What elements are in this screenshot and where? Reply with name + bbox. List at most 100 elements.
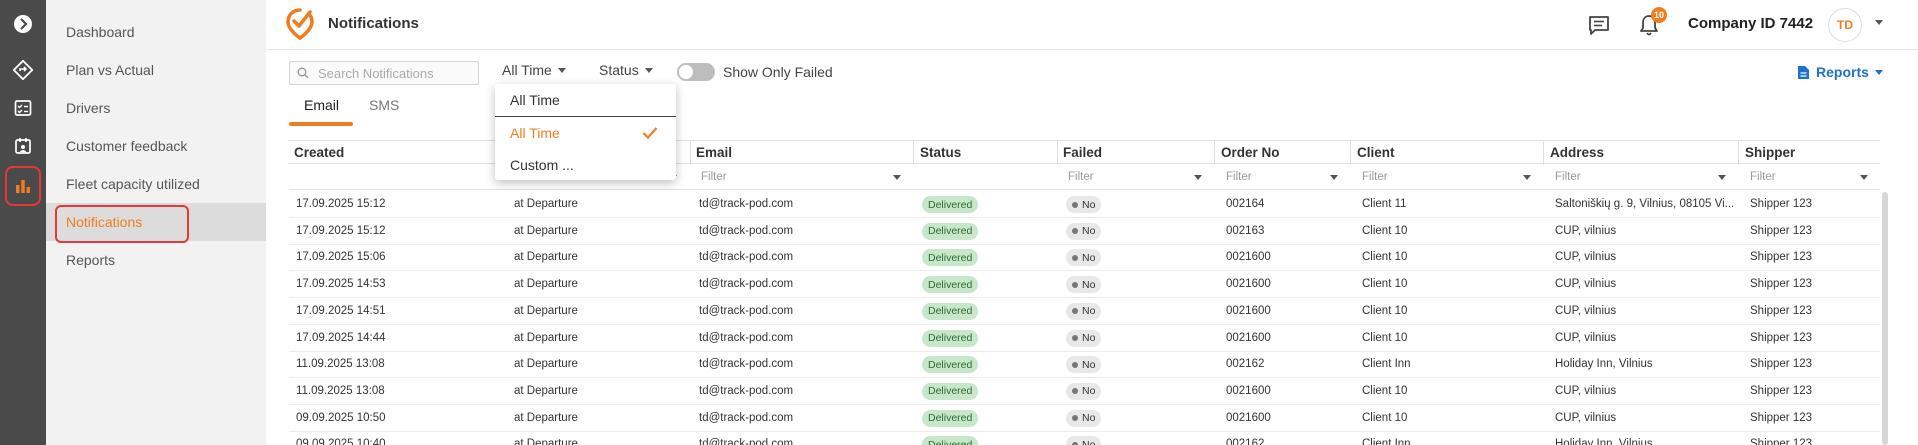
failed-badge: No <box>1066 222 1102 240</box>
filter-failed[interactable]: Filter <box>1064 167 1208 187</box>
table-row[interactable]: 09.09.2025 10:40 at Departure td@track-pod… <box>289 431 1880 445</box>
table-row[interactable]: 09.09.2025 10:50 at Departure td@track-pod… <box>289 405 1880 432</box>
cell-shipper: Shipper 123 <box>1750 304 1813 317</box>
sidebar-item-dashboard[interactable]: Dashboard <box>46 13 266 51</box>
chat-icon[interactable] <box>1586 12 1612 38</box>
cell-address: CUP, vilnius <box>1555 251 1617 264</box>
status-dot-icon <box>1072 201 1078 208</box>
menu-item-custom[interactable]: Custom ... <box>495 150 676 180</box>
reports-button[interactable]: Reports <box>1797 64 1883 80</box>
column-header-address[interactable]: Address <box>1550 145 1604 160</box>
time-filter-dropdown[interactable]: All Time <box>502 62 566 78</box>
cell-order-no: 002162 <box>1226 438 1265 445</box>
show-only-failed-toggle[interactable] <box>677 63 715 81</box>
chevron-right-icon[interactable] <box>8 9 38 39</box>
failed-badge: No <box>1066 329 1102 347</box>
column-separator <box>1543 141 1544 165</box>
sidebar-item-notifications[interactable]: Notifications <box>46 203 266 241</box>
cell-created: 09.09.2025 10:50 <box>296 411 386 424</box>
tab-sms[interactable]: SMS <box>369 97 399 113</box>
cell-email: td@track-pod.com <box>699 411 794 424</box>
cell-email: td@track-pod.com <box>699 304 794 317</box>
column-separator <box>1738 141 1739 165</box>
cell-event: at Departure <box>514 278 578 291</box>
bar-chart-icon[interactable] <box>5 166 41 206</box>
sidebar-item-customer-feedback[interactable]: Customer feedback <box>46 127 266 165</box>
table-row[interactable]: 17.09.2025 15:12 at Departure td@track-pod… <box>289 191 1880 218</box>
cell-event: at Departure <box>514 358 578 371</box>
route-icon[interactable] <box>8 55 38 85</box>
failed-badge: No <box>1066 409 1102 427</box>
filter-order-no[interactable]: Filter <box>1222 167 1344 187</box>
failed-badge: No <box>1066 382 1102 400</box>
account-menu-caret-icon[interactable] <box>1875 20 1883 25</box>
cell-email: td@track-pod.com <box>699 438 794 445</box>
table-row[interactable]: 11.09.2025 13:08 at Departure td@track-pod… <box>289 351 1880 379</box>
table-row[interactable]: 17.09.2025 14:53 at Departure td@track-pod… <box>289 271 1880 299</box>
avatar[interactable]: TD <box>1828 8 1862 42</box>
time-filter-menu: All Time All Time Custom ... <box>495 84 676 180</box>
column-header-client[interactable]: Client <box>1357 145 1395 160</box>
cell-client: Client 10 <box>1362 251 1408 264</box>
reports-label: Reports <box>1816 64 1869 80</box>
sidebar-item-drivers[interactable]: Drivers <box>46 89 266 127</box>
cell-shipper: Shipper 123 <box>1750 384 1813 397</box>
cell-created: 11.09.2025 13:08 <box>296 384 385 397</box>
chevron-down-icon <box>644 67 653 73</box>
cell-shipper: Shipper 123 <box>1750 411 1813 424</box>
column-header-shipper[interactable]: Shipper <box>1745 145 1795 160</box>
failed-label: No <box>1082 225 1096 238</box>
cell-shipper: Shipper 123 <box>1750 278 1813 291</box>
column-header-failed[interactable]: Failed <box>1063 145 1102 160</box>
filter-client[interactable]: Filter <box>1358 167 1537 187</box>
cell-client: Client 10 <box>1362 278 1408 291</box>
table-row[interactable]: 17.09.2025 15:12 at Departure td@track-pod… <box>289 218 1880 245</box>
cell-event: at Departure <box>514 331 578 344</box>
filter-address[interactable]: Filter <box>1551 167 1732 187</box>
status-filter-dropdown[interactable]: Status <box>599 62 653 78</box>
failed-badge: No <box>1066 356 1102 374</box>
tab-email[interactable]: Email <box>304 97 339 113</box>
sidebar-item-reports[interactable]: Reports <box>46 241 266 279</box>
cell-order-no: 002164 <box>1226 198 1265 210</box>
cell-client: Client Inn <box>1362 438 1411 445</box>
cell-created: 17.09.2025 15:06 <box>296 251 386 264</box>
cell-created: 17.09.2025 14:53 <box>296 278 386 291</box>
cell-address: Saltoniškių g. 9, Vilnius, 08105 Vi... <box>1555 198 1733 210</box>
cell-event: at Departure <box>514 438 578 445</box>
calendar-icon[interactable] <box>8 131 38 161</box>
search-icon <box>297 67 309 79</box>
cell-address: CUP, vilnius <box>1555 224 1617 237</box>
cell-address: Holiday Inn, Vilnius <box>1555 358 1653 371</box>
cell-client: Client 10 <box>1362 384 1408 397</box>
table-row[interactable]: 17.09.2025 14:44 at Departure td@track-pod… <box>289 325 1880 352</box>
filter-email[interactable]: Filter <box>697 167 907 187</box>
chevron-down-icon <box>1718 175 1726 180</box>
cell-order-no: 0021600 <box>1226 251 1271 264</box>
menu-item-all-time[interactable]: All Time <box>495 118 676 148</box>
table-scrollbar[interactable] <box>1882 192 1888 445</box>
status-dot-icon <box>1072 254 1078 261</box>
column-header-email[interactable]: Email <box>696 145 732 160</box>
cell-address: CUP, vilnius <box>1555 411 1617 424</box>
sidebar-item-plan-vs-actual[interactable]: Plan vs Actual <box>46 51 266 89</box>
company-name: Company ID 7442 <box>1688 15 1814 32</box>
cell-order-no: 0021600 <box>1226 384 1271 397</box>
filter-placeholder: Filter <box>1068 171 1094 183</box>
column-header-status[interactable]: Status <box>920 145 961 160</box>
checklist-icon[interactable] <box>8 93 38 123</box>
search-input[interactable] <box>289 61 479 85</box>
failed-label: No <box>1082 358 1096 371</box>
table-row[interactable]: 11.09.2025 13:08 at Departure td@track-pod… <box>289 378 1880 405</box>
menu-item-all-time-header[interactable]: All Time <box>495 85 676 115</box>
table-row[interactable]: 17.09.2025 14:51 at Departure td@track-pod… <box>289 298 1880 325</box>
column-header-order-no[interactable]: Order No <box>1221 145 1280 160</box>
sidebar: Dashboard Plan vs Actual Drivers Custome… <box>46 0 266 445</box>
column-header-created[interactable]: Created <box>294 145 344 160</box>
cell-order-no: 0021600 <box>1226 411 1271 424</box>
sidebar-item-fleet-capacity[interactable]: Fleet capacity utilized <box>46 165 266 203</box>
table-row[interactable]: 17.09.2025 15:06 at Departure td@track-pod… <box>289 244 1880 272</box>
filter-shipper[interactable]: Filter <box>1746 167 1874 187</box>
failed-label: No <box>1082 438 1096 445</box>
cell-order-no: 0021600 <box>1226 278 1271 291</box>
